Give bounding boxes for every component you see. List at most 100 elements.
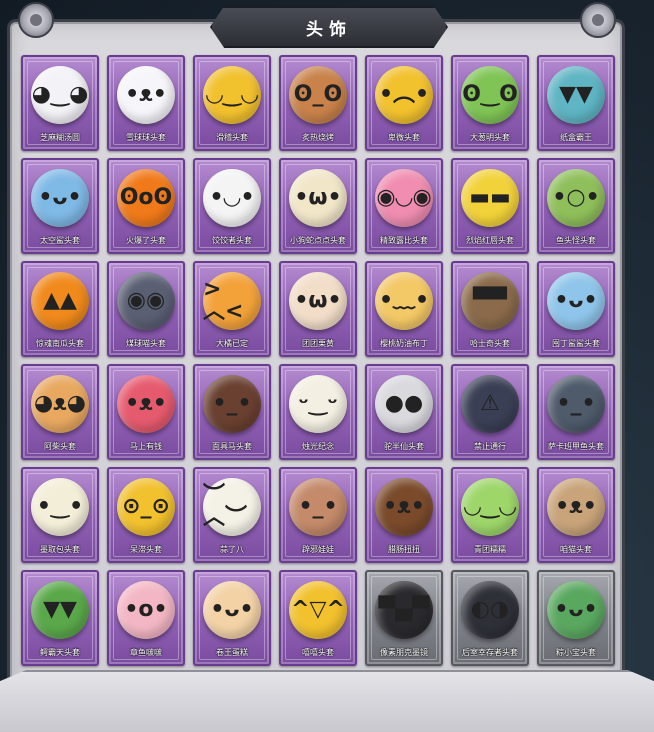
- bottom-scroll-edge: [0, 670, 654, 732]
- headwear-face-glyph: •_•: [212, 391, 252, 416]
- headwear-item-label: 章鱼啵啵: [130, 648, 162, 657]
- headwear-item-label: 饺饺者头套: [212, 236, 252, 245]
- headwear-face-glyph: ●●: [384, 391, 424, 416]
- headwear-item-label: 鱼头怪头套: [556, 236, 596, 245]
- headwear-item-card[interactable]: ︶︿︶ 蒜了八: [193, 467, 271, 563]
- headwear-icon: •ᴗ•: [203, 581, 261, 639]
- headwear-item-card[interactable]: ▲▲ 惊魂南瓜头套: [21, 261, 99, 357]
- headwear-icon: •ᴥ•: [117, 66, 175, 124]
- headwear-face-glyph: ⚠: [480, 391, 500, 416]
- headwear-item-label: 腊肠扭扭: [388, 545, 420, 554]
- headwear-item-card[interactable]: ʘoʘ 火爆了头套: [107, 158, 185, 254]
- headwear-item-card[interactable]: •ᴥ• 腊肠扭扭: [365, 467, 443, 563]
- headwear-item-card[interactable]: •ω• 团团栗黄: [279, 261, 357, 357]
- headwear-item-card[interactable]: •ω• 小狗蛇点点头套: [279, 158, 357, 254]
- headwear-grid: ◕‿◕ 芝麻糊汤圆 •ᴥ• 雪球球头套 ◡‿◡ 滑稽头套 ʘ_ʘ 炙热烧烤 •︵• 卑微头套 ʘ‿ʘ…: [21, 55, 615, 666]
- headwear-item-label: 墨取包头套: [40, 545, 80, 554]
- headwear-face-glyph: ◉◡◉: [376, 185, 432, 210]
- headwear-icon: ▼▼: [547, 66, 605, 124]
- headwear-face-glyph: ▼▼: [559, 82, 593, 107]
- headwear-item-card[interactable]: •○• 鱼头怪头套: [537, 158, 615, 254]
- headwear-item-card[interactable]: ▼▼ 鳄霸天头套: [21, 570, 99, 666]
- headwear-face-glyph: •ᴗ•: [554, 288, 598, 313]
- headwear-item-card[interactable]: •ᴗ• 卷王蛋糕: [193, 570, 271, 666]
- page-title: 头饰: [306, 19, 352, 40]
- headwear-item-label: 辟邪娃娃: [302, 545, 334, 554]
- headwear-item-label: 粽小宝头套: [556, 648, 596, 657]
- headwear-item-label: 咱猫头套: [560, 545, 592, 554]
- headwear-item-card[interactable]: •︵• 卑微头套: [365, 55, 443, 151]
- headwear-item-card[interactable]: ▀▄▀ 像素朋克墨镜: [365, 570, 443, 666]
- headwear-item-card[interactable]: ◉◡◉ 精致露比头套: [365, 158, 443, 254]
- headwear-item-card[interactable]: •ᴥ• 咱猫头套: [537, 467, 615, 563]
- headwear-item-card[interactable]: •ᴗ• 粽小宝头套: [537, 570, 615, 666]
- headwear-item-label: 阿柴头套: [44, 442, 76, 451]
- headwear-face-glyph: •‿•: [36, 494, 84, 519]
- headwear-item-card[interactable]: ◡‿◡ 滑稽头套: [193, 55, 271, 151]
- headwear-icon: ᵕ‿ᵕ: [289, 375, 347, 433]
- headwear-item-card[interactable]: •ᴗ• 太空鲨头套: [21, 158, 99, 254]
- headwear-icon: ▬▬: [461, 169, 519, 227]
- headwear-item-label: 团团栗黄: [302, 339, 334, 348]
- headwear-item-card[interactable]: •﹏• 樱桃奶油布丁: [365, 261, 443, 357]
- headwear-face-glyph: •_•: [298, 494, 338, 519]
- headwear-item-card[interactable]: ^▽^ 嘻嘻头套: [279, 570, 357, 666]
- headwear-icon: •ᴥ•: [547, 478, 605, 536]
- headwear-item-label: 太空鲨头套: [40, 236, 80, 245]
- headwear-item-card[interactable]: ◉◉ 煤球喵头套: [107, 261, 185, 357]
- headwear-icon: ◐◑: [461, 581, 519, 639]
- headwear-item-card[interactable]: •ᴗ• 囤丁鲨鲨头套: [537, 261, 615, 357]
- headwear-item-label: 火爆了头套: [126, 236, 166, 245]
- headwear-icon: •ω•: [289, 169, 347, 227]
- headwear-icon: ◉◡◉: [375, 169, 433, 227]
- headwear-item-label: 卷王蛋糕: [216, 648, 248, 657]
- headwear-item-card[interactable]: ◐◑ 后室幸存者头套: [451, 570, 529, 666]
- headwear-item-card[interactable]: ◕ᴥ◕ 阿柴头套: [21, 364, 99, 460]
- headwear-item-card[interactable]: ●● 驼半仙头套: [365, 364, 443, 460]
- headwear-face-glyph: ▬▬: [469, 185, 511, 210]
- headwear-item-card[interactable]: ▀▀ 哈士奇头套: [451, 261, 529, 357]
- title-banner: 头饰: [210, 6, 448, 48]
- headwear-item-label: 炙热烧烤: [302, 133, 334, 142]
- headwear-item-card[interactable]: ▬▬ 烈焰红唇头套: [451, 158, 529, 254]
- headwear-face-glyph: •ᴥ•: [125, 391, 167, 416]
- headwear-icon: ʘ‿ʘ: [461, 66, 519, 124]
- headwear-icon: •ᴗ•: [547, 272, 605, 330]
- headwear-item-card[interactable]: >︿< 大橘已定: [193, 261, 271, 357]
- headwear-icon: •ᴗ•: [547, 581, 605, 639]
- headwear-item-label: 萨卡班甲鱼头套: [548, 442, 604, 451]
- headwear-item-card[interactable]: ◡‿◡ 青团糯糯: [451, 467, 529, 563]
- headwear-item-card[interactable]: •_• 辟邪娃娃: [279, 467, 357, 563]
- headwear-item-card[interactable]: ▼▼ 纸盒霸王: [537, 55, 615, 151]
- headwear-item-card[interactable]: •ᴥ• 马上有钱: [107, 364, 185, 460]
- headwear-item-label: 烈焰红唇头套: [466, 236, 514, 245]
- headwear-item-label: 囤丁鲨鲨头套: [552, 339, 600, 348]
- headwear-item-card[interactable]: •o• 章鱼啵啵: [107, 570, 185, 666]
- headwear-face-glyph: ◉◉: [126, 288, 166, 313]
- headwear-item-card[interactable]: ⚠ 禁止通行: [451, 364, 529, 460]
- headwear-face-glyph: ʘ_ʘ: [293, 82, 343, 107]
- headwear-icon: ︶︿︶: [203, 478, 261, 536]
- headwear-item-card[interactable]: ◕‿◕ 芝麻糊汤圆: [21, 55, 99, 151]
- headwear-item-label: 芝麻糊汤圆: [40, 133, 80, 142]
- corner-ornament-left: [18, 2, 54, 38]
- headwear-item-card[interactable]: ʘ‿ʘ 大葱明头套: [451, 55, 529, 151]
- headwear-face-glyph: •ω•: [294, 288, 342, 313]
- headwear-icon: •ᴗ•: [31, 169, 89, 227]
- headwear-icon: ▀▀: [461, 272, 519, 330]
- headwear-item-label: 像素朋克墨镜: [380, 648, 428, 657]
- headwear-item-label: 煤球喵头套: [126, 339, 166, 348]
- headwear-item-label: 惊魂南瓜头套: [36, 339, 84, 348]
- headwear-item-card[interactable]: ᵕ‿ᵕ 烛光纪念: [279, 364, 357, 460]
- headwear-item-card[interactable]: ʘ_ʘ 炙热烧烤: [279, 55, 357, 151]
- headwear-item-card[interactable]: •ᴥ• 雪球球头套: [107, 55, 185, 151]
- headwear-icon: •ω•: [289, 272, 347, 330]
- headwear-item-label: 雪球球头套: [126, 133, 166, 142]
- headwear-icon: •︵•: [375, 66, 433, 124]
- headwear-item-card[interactable]: •◡• 饺饺者头套: [193, 158, 271, 254]
- headwear-item-card[interactable]: •‿• 墨取包头套: [21, 467, 99, 563]
- headwear-item-label: 后室幸存者头套: [462, 648, 518, 657]
- headwear-item-card[interactable]: ⊙_⊙ 呆滞头套: [107, 467, 185, 563]
- headwear-item-card[interactable]: •_• 萨卡班甲鱼头套: [537, 364, 615, 460]
- headwear-item-card[interactable]: •_• 面具马头套: [193, 364, 271, 460]
